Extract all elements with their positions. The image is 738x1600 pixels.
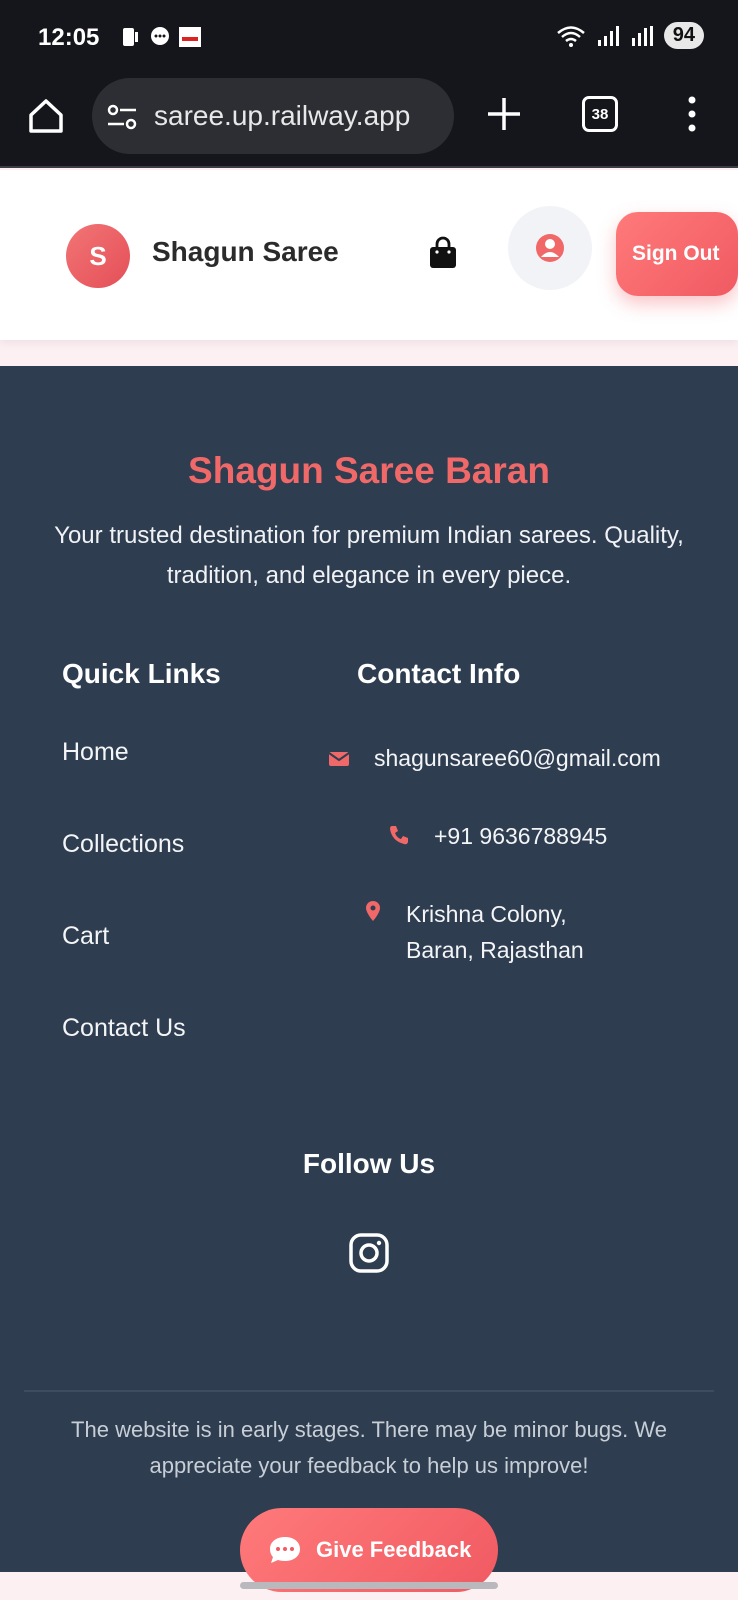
system-indicators: 94 — [556, 22, 704, 49]
user-icon — [536, 234, 564, 262]
give-feedback-label: Give Feedback — [316, 1537, 472, 1562]
url-text[interactable]: saree.up.railway.app — [154, 100, 410, 132]
address-bar[interactable]: saree.up.railway.app — [92, 78, 454, 154]
quick-link-cart[interactable]: Cart — [62, 922, 109, 951]
new-tab-icon[interactable] — [484, 94, 524, 134]
contact-info-heading: Contact Info — [357, 658, 521, 689]
signal-2-icon — [631, 25, 653, 46]
profile-button[interactable] — [508, 206, 592, 290]
follow-us-heading: Follow Us — [302, 1148, 436, 1179]
give-feedback-button[interactable]: Give Feedback — [240, 1508, 498, 1592]
early-stage-note: The website is in early stages. There ma… — [71, 1417, 667, 1478]
phone-icon — [390, 826, 408, 845]
contact-address-line2: Baran, Rajasthan — [406, 937, 584, 963]
brand-name[interactable]: Shagun Saree — [152, 236, 339, 268]
site-footer: Shagun Saree Baran Your trusted destinat… — [0, 366, 738, 1572]
shopping-bag-icon[interactable] — [428, 236, 458, 270]
notification-icons — [118, 25, 202, 49]
quick-link-collections[interactable]: Collections — [62, 830, 184, 859]
logo[interactable]: S — [66, 224, 130, 288]
quick-link-contact[interactable]: Contact Us — [62, 1014, 186, 1043]
more-menu-icon[interactable] — [680, 94, 704, 134]
instagram-icon[interactable] — [348, 1232, 390, 1274]
status-time: 12:05 — [38, 24, 100, 51]
site-header: S Shagun Saree Sign Out — [0, 170, 738, 340]
email-icon — [328, 752, 350, 766]
footer-divider — [24, 1390, 714, 1392]
home-indicator[interactable] — [240, 1582, 498, 1589]
site-settings-icon[interactable] — [106, 102, 138, 132]
quick-links-heading: Quick Links — [62, 658, 221, 689]
contact-address-line1: Krishna Colony, — [406, 901, 567, 927]
footer-description: Your trusted destination for premium Ind… — [54, 522, 684, 589]
tab-switcher-button[interactable]: 38 — [582, 96, 618, 132]
news-app-icon — [179, 27, 201, 47]
browser-toolbar: saree.up.railway.app 38 — [0, 76, 738, 168]
contact-phone[interactable]: +91 9636788945 — [434, 818, 607, 854]
battery-indicator: 94 — [663, 22, 704, 49]
sign-out-button[interactable]: Sign Out — [616, 212, 738, 296]
status-bar: 12:05 94 — [0, 0, 738, 76]
footer-title: Shagun Saree Baran — [188, 450, 550, 491]
chat-bubble-icon — [270, 1537, 300, 1563]
home-icon[interactable] — [26, 96, 66, 136]
phone-notification-icon — [123, 28, 138, 46]
signal-icon — [597, 25, 619, 46]
contact-email[interactable]: shagunsaree60@gmail.com — [374, 740, 661, 776]
quick-link-home[interactable]: Home — [62, 738, 129, 767]
message-icon — [151, 27, 169, 45]
wifi-icon — [556, 25, 585, 47]
location-pin-icon — [366, 901, 380, 921]
